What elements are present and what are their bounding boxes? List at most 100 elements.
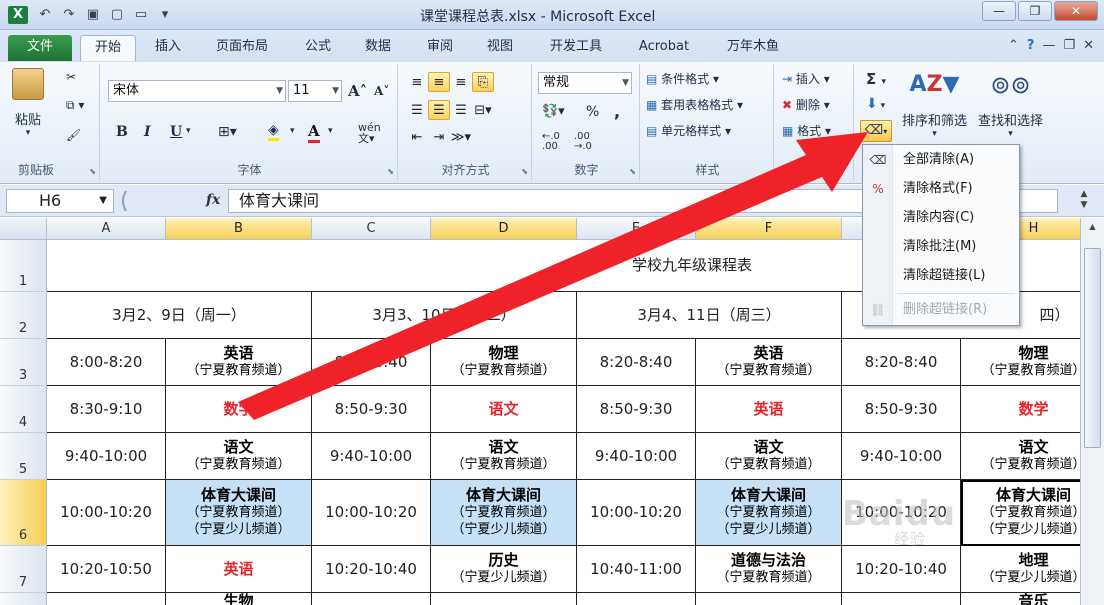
- time-cell[interactable]: [312, 593, 431, 605]
- doc-restore-icon[interactable]: ❐: [1063, 38, 1075, 53]
- course-cell[interactable]: 历史 （宁夏少儿频道）: [431, 546, 577, 593]
- time-cell[interactable]: 8:30-9:10: [47, 386, 166, 433]
- new-file-icon[interactable]: ▢: [108, 6, 126, 24]
- course-cell[interactable]: [431, 593, 577, 605]
- percent-button[interactable]: %: [586, 104, 599, 120]
- tab-file[interactable]: 文件: [8, 35, 72, 61]
- course-cell[interactable]: 英语 （宁夏教育频道）: [696, 339, 842, 386]
- align-center-icon[interactable]: ☰: [428, 100, 450, 120]
- paste-button[interactable]: 粘贴 ▾: [12, 68, 44, 138]
- course-cell[interactable]: 语文 （宁夏教育频道）: [166, 433, 312, 480]
- tab-insert[interactable]: 插入: [142, 35, 194, 61]
- merge-center-icon[interactable]: ⊟▾: [472, 101, 494, 121]
- row-header-7[interactable]: 7: [0, 546, 47, 593]
- find-select-button[interactable]: ⊚⊚ 查找和选择 ▾: [978, 68, 1043, 139]
- menu-clear-contents[interactable]: 清除内容(C): [863, 205, 1019, 231]
- name-box[interactable]: H6 ▼: [6, 189, 114, 213]
- course-cell[interactable]: 语文 （宁夏教育频道）: [696, 433, 842, 480]
- time-cell[interactable]: 8:00-8:20: [47, 339, 166, 386]
- tab-review[interactable]: 审阅: [414, 35, 466, 61]
- course-cell[interactable]: 语文 （宁夏教育频道）: [431, 433, 577, 480]
- time-cell[interactable]: 9:40-10:00: [312, 433, 431, 480]
- time-cell[interactable]: 10:20-10:40: [312, 546, 431, 593]
- course-cell[interactable]: 语文: [431, 386, 577, 433]
- font-name-select[interactable]: 宋体 ▼: [108, 80, 286, 102]
- cell-styles-button[interactable]: ▤ 单元格样式 ▾: [646, 122, 731, 139]
- ribbon-collapse-icon[interactable]: ⌃: [1008, 38, 1019, 53]
- close-button[interactable]: ✕: [1054, 1, 1098, 21]
- tab-developer[interactable]: 开发工具: [536, 35, 616, 61]
- tab-view[interactable]: 视图: [474, 35, 526, 61]
- day-header-cell[interactable]: 3月4、11日（周三）: [577, 292, 842, 339]
- day-header-cell[interactable]: 3月3、10日（周二）: [312, 292, 577, 339]
- align-bottom-icon[interactable]: ≡: [450, 73, 472, 93]
- comma-button[interactable]: ,: [614, 102, 620, 121]
- row-header-4[interactable]: 4: [0, 386, 47, 433]
- course-cell[interactable]: 生物: [166, 593, 312, 605]
- wrap-text-icon[interactable]: ≫▾: [450, 128, 472, 148]
- shrink-font-button[interactable]: A˅: [374, 84, 389, 98]
- decrease-decimal-icon[interactable]: .00 →.0: [574, 132, 592, 152]
- font-size-select[interactable]: 11 ▼: [288, 80, 342, 102]
- time-cell[interactable]: [842, 593, 961, 605]
- course-cell[interactable]: 体育大课间 （宁夏教育频道） （宁夏少儿频道）: [166, 480, 312, 546]
- tab-data[interactable]: 数据: [352, 35, 404, 61]
- align-right-icon[interactable]: ☰: [450, 101, 472, 121]
- format-painter-icon[interactable]: 🖌: [66, 128, 81, 142]
- time-cell[interactable]: 10:00-10:20: [47, 480, 166, 546]
- help-icon[interactable]: ?: [1027, 38, 1035, 53]
- formula-expand-icon[interactable]: ▲ ▼: [1066, 189, 1102, 213]
- course-cell[interactable]: 道德与法治 （宁夏教育频道）: [696, 546, 842, 593]
- fill-icon[interactable]: ⬇ ▾: [866, 96, 885, 112]
- excel-app-icon[interactable]: X: [8, 6, 28, 24]
- course-cell[interactable]: [696, 593, 842, 605]
- course-cell[interactable]: 英语: [166, 546, 312, 593]
- column-header-e[interactable]: E: [577, 218, 696, 240]
- time-cell[interactable]: 9:40-10:00: [47, 433, 166, 480]
- copy-icon[interactable]: ⧉ ▾: [66, 98, 84, 113]
- tab-page-layout[interactable]: 页面布局: [204, 35, 280, 61]
- bold-button[interactable]: B: [116, 124, 128, 140]
- time-cell[interactable]: 10:20-10:40: [842, 546, 961, 593]
- course-cell[interactable]: 物理 （宁夏教育频道）: [431, 339, 577, 386]
- grow-font-button[interactable]: A˄: [348, 82, 367, 100]
- italic-button[interactable]: I: [144, 124, 151, 140]
- menu-clear-formats[interactable]: % 清除格式(F): [863, 176, 1019, 202]
- course-cell[interactable]: 体育大课间 （宁夏教育频道） （宁夏少儿频道）: [431, 480, 577, 546]
- undo-icon[interactable]: ↶: [36, 6, 54, 24]
- row-header-8[interactable]: [0, 593, 47, 605]
- insert-cells-button[interactable]: ⇥ 插入 ▾: [782, 70, 830, 87]
- underline-dropdown-icon[interactable]: ▾: [186, 126, 191, 136]
- row-header-1[interactable]: 1: [0, 240, 47, 292]
- number-format-select[interactable]: 常规 ▼: [538, 72, 632, 94]
- delete-cells-button[interactable]: ✖ 删除 ▾: [782, 96, 830, 113]
- day-header-cell[interactable]: 3月2、9日（周一）: [47, 292, 312, 339]
- clear-button[interactable]: ⌫▾: [860, 120, 892, 142]
- doc-minimize-icon[interactable]: —: [1042, 38, 1055, 53]
- fill-color-icon[interactable]: ◈: [268, 122, 279, 141]
- column-header-b[interactable]: B: [166, 218, 312, 240]
- orientation-icon[interactable]: ⎘: [472, 72, 494, 92]
- vertical-scrollbar[interactable]: ▲: [1080, 218, 1104, 605]
- scrollbar-thumb[interactable]: [1084, 248, 1101, 448]
- format-as-table-button[interactable]: ▦ 套用表格格式 ▾: [646, 96, 743, 113]
- active-cell-h6[interactable]: 体育大课间 （宁夏教育频道） （宁夏少儿频道）: [961, 480, 1080, 546]
- alignment-launcher-icon[interactable]: ⬊: [521, 167, 528, 176]
- font-color-icon[interactable]: A: [308, 122, 320, 143]
- align-top-icon[interactable]: ≡: [406, 73, 428, 93]
- font-launcher-icon[interactable]: ⬊: [387, 167, 394, 176]
- course-cell[interactable]: 数学: [961, 386, 1080, 433]
- column-header-a[interactable]: A: [47, 218, 166, 240]
- time-cell[interactable]: 8:20-8:40: [577, 339, 696, 386]
- formula-bar-splitter[interactable]: [120, 189, 180, 213]
- redo-icon[interactable]: ↷: [60, 6, 78, 24]
- time-cell[interactable]: 8:20-8:40: [312, 339, 431, 386]
- select-all-corner[interactable]: [0, 218, 47, 240]
- cut-icon[interactable]: ✂: [66, 70, 76, 84]
- sort-filter-button[interactable]: AZ▼ 排序和筛选 ▾: [902, 68, 967, 139]
- tab-formulas[interactable]: 公式: [292, 35, 344, 61]
- number-launcher-icon[interactable]: ⬊: [629, 167, 636, 176]
- row-header-3[interactable]: 3: [0, 339, 47, 386]
- conditional-format-button[interactable]: ▤ 条件格式 ▾: [646, 70, 719, 87]
- time-cell[interactable]: 10:20-10:50: [47, 546, 166, 593]
